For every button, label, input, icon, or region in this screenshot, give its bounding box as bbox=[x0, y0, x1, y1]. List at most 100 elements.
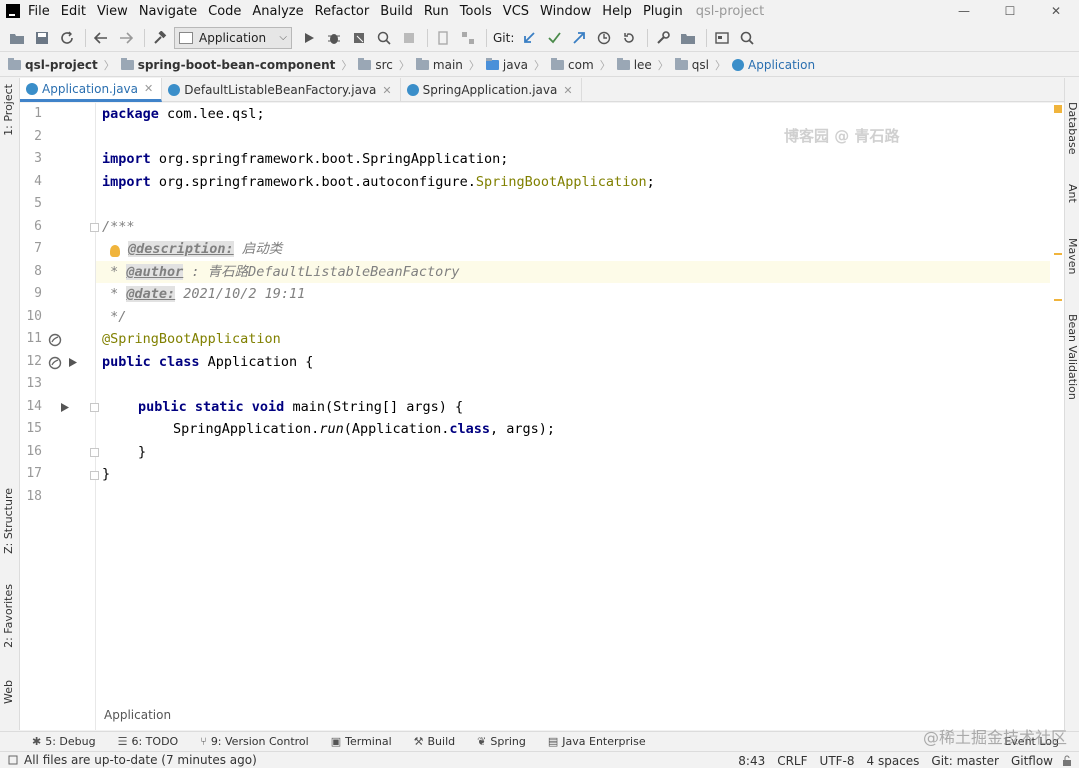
menu-help[interactable]: Help bbox=[602, 4, 632, 19]
tool-window-terminal[interactable]: ▣ Terminal bbox=[331, 735, 392, 748]
caret-position[interactable]: 8:43 bbox=[738, 754, 765, 768]
breadcrumb-application[interactable]: Application bbox=[732, 58, 815, 72]
close-icon[interactable]: ✕ bbox=[144, 82, 153, 95]
save-icon[interactable] bbox=[31, 27, 53, 49]
fold-marker-icon[interactable] bbox=[90, 223, 99, 232]
breadcrumb-qsl[interactable]: qsl bbox=[674, 57, 709, 72]
tool-tab-ant[interactable]: Ant bbox=[1066, 184, 1079, 203]
tool-window-todo[interactable]: ☰ 6: TODO bbox=[118, 735, 179, 748]
tool-window-version-control[interactable]: ⑂ 9: Version Control bbox=[200, 735, 309, 748]
class-icon bbox=[732, 58, 744, 71]
menu-refactor[interactable]: Refactor bbox=[315, 4, 370, 19]
debug-icon[interactable] bbox=[323, 27, 345, 49]
git-branch[interactable]: Git: master bbox=[931, 754, 999, 768]
menu-plugin[interactable]: Plugin bbox=[643, 4, 683, 19]
code-text-area[interactable]: package com.lee.qsl; import org.springfr… bbox=[102, 103, 1052, 730]
git-rollback-icon[interactable] bbox=[618, 27, 640, 49]
close-button[interactable]: ✕ bbox=[1033, 0, 1079, 22]
menu-navigate[interactable]: Navigate bbox=[139, 4, 197, 19]
breadcrumb-com[interactable]: com bbox=[551, 57, 594, 72]
tool-tab-web[interactable]: Web bbox=[2, 680, 15, 704]
breadcrumb-module[interactable]: spring-boot-bean-component bbox=[120, 57, 335, 72]
menu-window[interactable]: Window bbox=[540, 4, 591, 19]
editor-tab-defaultlistablebeanfactory[interactable]: DefaultListableBeanFactory.java ✕ bbox=[162, 78, 401, 102]
build-hammer-icon[interactable] bbox=[149, 27, 171, 49]
search-icon[interactable] bbox=[736, 27, 758, 49]
git-update-icon[interactable] bbox=[518, 27, 540, 49]
git-commit-icon[interactable] bbox=[543, 27, 565, 49]
tool-window-debug[interactable]: ✱ 5: Debug bbox=[32, 735, 96, 748]
maximize-button[interactable]: ☐ bbox=[987, 0, 1033, 22]
fold-marker-icon[interactable] bbox=[90, 448, 99, 457]
tool-tab-structure[interactable]: Z: Structure bbox=[2, 488, 15, 554]
stop-icon[interactable] bbox=[398, 27, 420, 49]
line-separator[interactable]: CRLF bbox=[777, 754, 807, 768]
sync-icon[interactable] bbox=[56, 27, 78, 49]
run-gutter-icon[interactable] bbox=[60, 402, 70, 413]
spring-bean-icon[interactable] bbox=[48, 356, 62, 370]
open-folder-icon[interactable] bbox=[6, 27, 28, 49]
run-gutter-icon[interactable] bbox=[68, 357, 78, 368]
settings-wrench-icon[interactable] bbox=[652, 27, 674, 49]
forward-arrow-icon[interactable] bbox=[115, 27, 137, 49]
right-tool-stripe: Database Ant Maven Bean Validation bbox=[1064, 78, 1079, 730]
inspection-status-icon[interactable] bbox=[1054, 105, 1062, 113]
tool-tab-favorites[interactable]: 2: Favorites bbox=[2, 584, 15, 648]
line-number: 2 bbox=[34, 129, 42, 144]
breadcrumb-main[interactable]: main bbox=[415, 57, 463, 72]
attach-debugger-icon[interactable] bbox=[432, 27, 454, 49]
menu-run[interactable]: Run bbox=[424, 4, 449, 19]
tool-tab-database[interactable]: Database bbox=[1066, 102, 1079, 155]
menu-analyze[interactable]: Analyze bbox=[252, 4, 303, 19]
code-text: org.springframework.boot.autoconfigure. bbox=[150, 174, 476, 190]
indent-setting[interactable]: 4 spaces bbox=[867, 754, 920, 768]
menu-tools[interactable]: Tools bbox=[460, 4, 492, 19]
git-push-icon[interactable] bbox=[568, 27, 590, 49]
back-arrow-icon[interactable] bbox=[90, 27, 112, 49]
code-editor[interactable]: 1 2 3 4 5 6 7 8 9 10 11 12 13 14 15 16 1… bbox=[20, 103, 1064, 730]
menu-file[interactable]: File bbox=[28, 4, 50, 19]
status-toggle-icon[interactable] bbox=[8, 755, 18, 765]
presentation-icon[interactable] bbox=[711, 27, 733, 49]
warning-stripe-marker[interactable] bbox=[1054, 299, 1062, 301]
breadcrumb-src[interactable]: src bbox=[358, 57, 393, 72]
gitflow-widget[interactable]: Gitflow bbox=[1011, 754, 1053, 768]
run-configuration-select[interactable]: Application ⌵ bbox=[174, 26, 292, 49]
close-icon[interactable]: ✕ bbox=[382, 84, 391, 97]
fold-marker-icon[interactable] bbox=[90, 471, 99, 480]
fold-marker-icon[interactable] bbox=[90, 403, 99, 412]
run-icon[interactable] bbox=[298, 27, 320, 49]
menu-build[interactable]: Build bbox=[380, 4, 413, 19]
editor-tab-application[interactable]: Application.java ✕ bbox=[20, 78, 163, 102]
minimize-button[interactable]: — bbox=[941, 0, 987, 22]
menu-vcs[interactable]: VCS bbox=[503, 4, 529, 19]
file-encoding[interactable]: UTF-8 bbox=[820, 754, 855, 768]
breadcrumb-qsl-project[interactable]: qsl-project bbox=[8, 57, 98, 72]
editor-breadcrumb[interactable]: Application bbox=[104, 708, 171, 722]
breadcrumb-java[interactable]: java bbox=[485, 57, 528, 72]
project-structure-folder-icon[interactable] bbox=[677, 27, 699, 49]
toolbar-separator bbox=[427, 28, 428, 47]
project-structure-icon[interactable] bbox=[457, 27, 479, 49]
left-tool-stripe: 1: Project Z: Structure 2: Favorites Web bbox=[0, 78, 20, 730]
lock-icon[interactable] bbox=[1061, 755, 1073, 767]
tool-window-build[interactable]: ⚒ Build bbox=[414, 735, 456, 748]
menu-edit[interactable]: Edit bbox=[61, 4, 86, 19]
git-history-icon[interactable] bbox=[593, 27, 615, 49]
code-line: * @author : 青石路DefaultListableBeanFactor… bbox=[102, 261, 460, 283]
menu-view[interactable]: View bbox=[97, 4, 128, 19]
editor-tab-springapplication[interactable]: SpringApplication.java ✕ bbox=[401, 78, 582, 102]
breadcrumb-lee[interactable]: lee bbox=[616, 57, 652, 72]
tool-window-java-enterprise[interactable]: ▤ Java Enterprise bbox=[548, 735, 646, 748]
profile-icon[interactable] bbox=[373, 27, 395, 49]
menu-code[interactable]: Code bbox=[208, 4, 241, 19]
tool-tab-maven[interactable]: Maven bbox=[1066, 238, 1079, 274]
close-icon[interactable]: ✕ bbox=[563, 84, 572, 97]
tool-window-spring[interactable]: ❦ Spring bbox=[477, 735, 526, 748]
tool-tab-project[interactable]: 1: Project bbox=[2, 84, 15, 136]
tool-window-label: 6: TODO bbox=[131, 735, 179, 748]
coverage-icon[interactable] bbox=[348, 27, 370, 49]
tool-tab-bean-validation[interactable]: Bean Validation bbox=[1066, 314, 1079, 400]
spring-bean-icon[interactable] bbox=[48, 333, 62, 347]
warning-stripe-marker[interactable] bbox=[1054, 253, 1062, 255]
